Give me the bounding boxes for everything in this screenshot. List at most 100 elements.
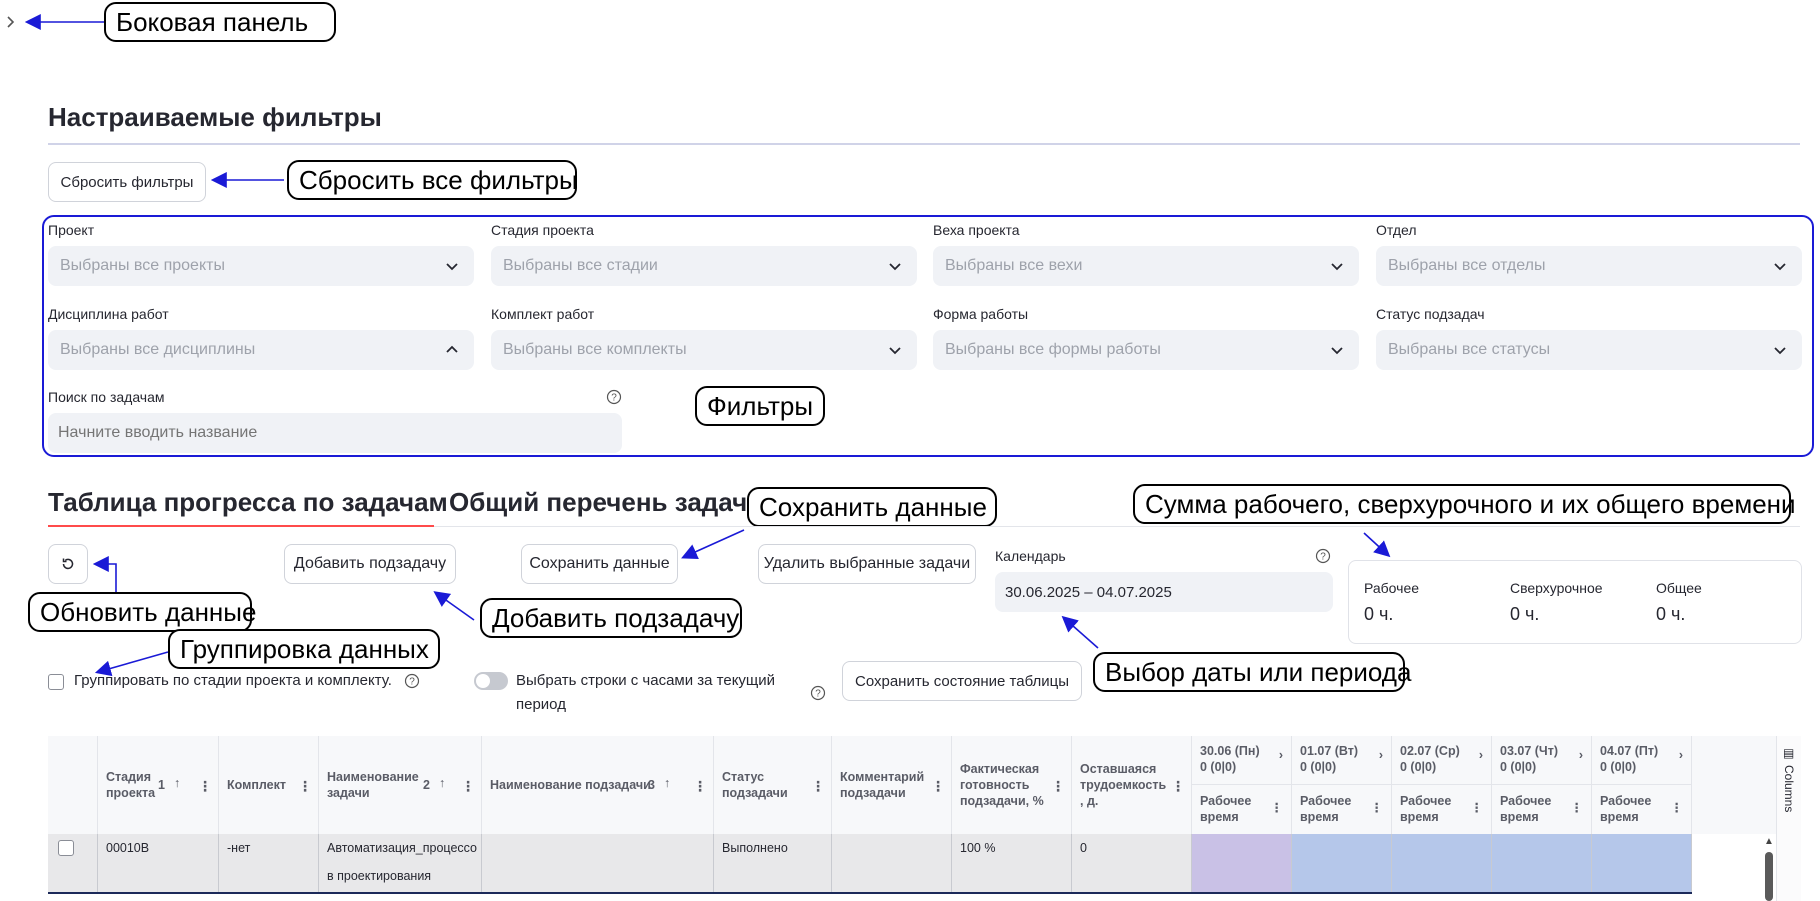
toggle-label-line1: Выбрать строки с часами за текущий: [516, 672, 776, 689]
cell-day-2[interactable]: [1292, 834, 1392, 894]
filter-work-form-select[interactable]: Выбраны все формы работы: [933, 330, 1359, 370]
column-header-day-3[interactable]: 02.07 (Ср) 0 (0|0) › Рабочее время ⋮: [1392, 736, 1492, 834]
cell-day-5[interactable]: [1592, 834, 1692, 894]
column-header-stage[interactable]: Стадия проекта 1 ↑ ⋮: [98, 736, 219, 834]
column-header-day-1[interactable]: 30.06 (Пн) 0 (0|0) › Рабочее время ⋮: [1192, 736, 1292, 834]
column-menu-icon[interactable]: ⋮: [931, 778, 945, 794]
sort-up-icon[interactable]: ↑: [439, 775, 445, 791]
column-menu-icon[interactable]: ⋮: [1371, 800, 1384, 815]
table-scroll-up-icon[interactable]: ▲: [1764, 836, 1774, 847]
filter-department-select[interactable]: Выбраны все отделы: [1376, 246, 1802, 286]
row-checkbox[interactable]: [58, 840, 74, 856]
task-name-line: Автоматизация_процессо: [327, 841, 477, 855]
help-icon[interactable]: ?: [606, 389, 622, 405]
toggle-knob: [476, 674, 490, 688]
filter-discipline-select[interactable]: Выбраны все дисциплины: [48, 330, 474, 370]
table-scrollbar-thumb[interactable]: [1765, 852, 1773, 901]
column-header-kit[interactable]: Комплект ⋮: [219, 736, 319, 834]
columns-icon: ▤: [1783, 746, 1795, 760]
day-sub-1: Рабочее: [1500, 794, 1552, 808]
tab-progress-table[interactable]: Таблица прогресса по задачам: [48, 487, 448, 518]
column-menu-icon[interactable]: ⋮: [198, 778, 212, 794]
filter-project-select[interactable]: Выбраны все проекты: [48, 246, 474, 286]
filter-work-form-placeholder: Выбраны все формы работы: [945, 341, 1161, 358]
filter-work-form-label: Форма работы: [933, 306, 1029, 322]
save-data-button[interactable]: Сохранить данные: [521, 544, 678, 584]
help-icon[interactable]: ?: [404, 673, 420, 689]
chevron-right-icon[interactable]: ›: [1579, 748, 1583, 762]
chevron-right-icon[interactable]: ›: [1479, 748, 1483, 762]
chevron-right-icon[interactable]: ›: [1379, 748, 1383, 762]
filter-milestone-select[interactable]: Выбраны все вехи: [933, 246, 1359, 286]
tab-all-tasks[interactable]: Общий перечень задач: [449, 487, 747, 518]
task-search-input[interactable]: [48, 413, 622, 453]
sidebar-expand-icon[interactable]: [4, 12, 18, 32]
cell-subtask-name[interactable]: [482, 834, 714, 894]
column-menu-icon[interactable]: ⋮: [1471, 800, 1484, 815]
hours-summary-box: [1348, 560, 1802, 644]
header-text: Статус: [722, 770, 765, 784]
column-header-subtask-status[interactable]: Статус подзадачи ⋮: [714, 736, 832, 834]
column-menu-icon[interactable]: ⋮: [298, 778, 312, 794]
day-sub-2: время: [1500, 810, 1539, 824]
reset-filters-button[interactable]: Сбросить фильтры: [48, 162, 206, 202]
svg-text:?: ?: [815, 689, 821, 700]
column-menu-icon[interactable]: ⋮: [461, 778, 475, 794]
cell-remaining[interactable]: 0: [1072, 834, 1192, 894]
column-header-day-4[interactable]: 03.07 (Чт) 0 (0|0) › Рабочее время ⋮: [1492, 736, 1592, 834]
cell-status[interactable]: Выполнено: [714, 834, 832, 894]
date-range-input[interactable]: 30.06.2025 – 04.07.2025: [995, 572, 1333, 612]
callout-reset-all: Сбросить все фильтры: [287, 160, 578, 200]
header-text: трудоемкость: [1080, 778, 1167, 792]
filter-milestone-label: Веха проекта: [933, 222, 1020, 238]
column-menu-icon[interactable]: ⋮: [1171, 778, 1185, 794]
help-icon[interactable]: ?: [810, 685, 826, 701]
cell-stage[interactable]: 00010В: [98, 834, 219, 894]
help-icon[interactable]: ?: [1315, 548, 1331, 564]
column-menu-icon[interactable]: ⋮: [811, 778, 825, 794]
work-hours-label: Рабочее: [1364, 580, 1420, 596]
column-menu-icon[interactable]: ⋮: [1671, 800, 1684, 815]
filter-stage-select[interactable]: Выбраны все стадии: [491, 246, 917, 286]
column-menu-icon[interactable]: ⋮: [1051, 778, 1065, 794]
chevron-right-icon[interactable]: ›: [1679, 748, 1683, 762]
sort-up-icon[interactable]: ↑: [174, 775, 180, 791]
column-header-day-2[interactable]: 01.07 (Вт) 0 (0|0) › Рабочее время ⋮: [1292, 736, 1392, 834]
cell-readiness[interactable]: 100 %: [952, 834, 1072, 894]
sort-up-icon[interactable]: ↑: [664, 775, 670, 791]
column-menu-icon[interactable]: ⋮: [1571, 800, 1584, 815]
save-table-state-button[interactable]: Сохранить состояние таблицы: [842, 661, 1082, 701]
filter-kit-select[interactable]: Выбраны все комплекты: [491, 330, 917, 370]
group-checkbox[interactable]: [48, 674, 64, 690]
refresh-button[interactable]: [48, 544, 88, 584]
sort-order: 1: [158, 778, 165, 792]
column-header-task-name[interactable]: Наименование задачи 2 ↑ ⋮: [319, 736, 482, 834]
cell-task-name[interactable]: Автоматизация_процессо в проектирования: [319, 834, 482, 894]
date-range-value: 30.06.2025 – 04.07.2025: [1005, 583, 1172, 601]
chevron-right-icon[interactable]: ›: [1279, 748, 1283, 762]
column-menu-icon[interactable]: ⋮: [693, 778, 707, 794]
day-date: 03.07 (Чт): [1500, 744, 1558, 758]
column-header-remaining[interactable]: Оставшаяся трудоемкость , д. ⋮: [1072, 736, 1192, 834]
filter-subtask-status-select[interactable]: Выбраны все статусы: [1376, 330, 1802, 370]
column-menu-icon[interactable]: ⋮: [1271, 800, 1284, 815]
column-header-readiness[interactable]: Фактическая готовность подзадачи, % ⋮: [952, 736, 1072, 834]
column-header-subtask-comment[interactable]: Комментарий подзадачи ⋮: [832, 736, 952, 834]
delete-selected-button[interactable]: Удалить выбранные задачи: [758, 544, 976, 584]
cell-day-4[interactable]: [1492, 834, 1592, 894]
columns-panel-tab[interactable]: ▤ Columns: [1776, 736, 1801, 901]
header-text: проекта: [106, 786, 156, 800]
column-header-day-5[interactable]: 04.07 (Пт) 0 (0|0) › Рабочее время ⋮: [1592, 736, 1692, 834]
callout-refresh: Обновить данные: [28, 592, 256, 632]
cell-kit[interactable]: -нет: [219, 834, 319, 894]
cell-day-1[interactable]: [1192, 834, 1292, 894]
column-header-subtask-name[interactable]: Наименование подзадачи 3 ↑ ⋮: [482, 736, 714, 834]
chevron-up-icon: [446, 345, 458, 353]
cell-day-3[interactable]: [1392, 834, 1492, 894]
section-title: Настраиваемые фильтры: [48, 102, 382, 132]
header-text: Комплект: [227, 778, 287, 792]
add-subtask-button[interactable]: Добавить подзадачу: [284, 544, 456, 584]
chevron-down-icon: [1331, 347, 1343, 355]
hours-filter-toggle[interactable]: [474, 672, 508, 690]
cell-comment[interactable]: [832, 834, 952, 894]
